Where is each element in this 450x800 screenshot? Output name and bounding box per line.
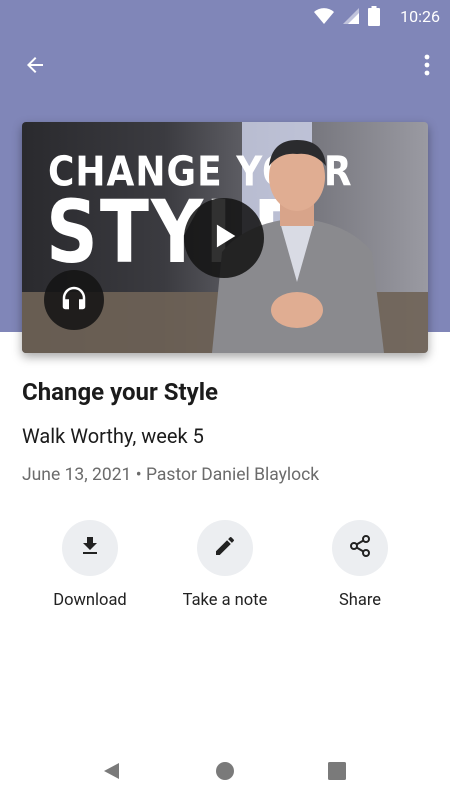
status-bar: 10:26: [0, 0, 450, 32]
more-options-button[interactable]: [412, 46, 442, 88]
sermon-title: Change your Style: [22, 378, 219, 406]
share-button[interactable]: Share: [300, 520, 420, 610]
media-card[interactable]: CHANGE YOUR STYLE: [22, 122, 428, 353]
download-button[interactable]: Download: [30, 520, 150, 610]
sermon-series: Walk Worthy, week 5: [22, 424, 204, 448]
nav-recents-button[interactable]: [322, 758, 352, 788]
arrow-left-icon: [23, 53, 47, 81]
action-row: Download Take a note Share: [0, 520, 450, 620]
battery-icon: [368, 6, 380, 30]
download-circle: [62, 520, 118, 576]
download-icon: [78, 534, 102, 562]
back-button[interactable]: [14, 46, 56, 88]
back-triangle-icon: [101, 761, 121, 785]
nav-home-button[interactable]: [210, 758, 240, 788]
take-note-button[interactable]: Take a note: [165, 520, 285, 610]
headphones-icon: [59, 283, 89, 317]
take-note-label: Take a note: [182, 591, 268, 610]
take-note-circle: [197, 520, 253, 576]
pencil-icon: [213, 534, 237, 562]
wifi-icon: [314, 7, 334, 29]
play-button[interactable]: [184, 198, 264, 278]
status-icons: [314, 6, 380, 30]
recents-square-icon: [327, 761, 347, 785]
share-icon: [348, 534, 372, 562]
status-time: 10:26: [400, 7, 440, 26]
share-circle: [332, 520, 388, 576]
system-nav-bar: [0, 744, 450, 800]
more-vert-icon: [424, 54, 430, 80]
toolbar: [0, 40, 450, 90]
play-icon: [207, 219, 241, 257]
listen-audio-button[interactable]: [44, 270, 104, 330]
home-circle-icon: [215, 761, 235, 785]
sermon-meta: June 13, 2021 • Pastor Daniel Blaylock: [22, 465, 320, 485]
nav-back-button[interactable]: [96, 758, 126, 788]
download-label: Download: [53, 591, 127, 610]
share-label: Share: [338, 591, 382, 610]
signal-icon: [342, 7, 360, 29]
